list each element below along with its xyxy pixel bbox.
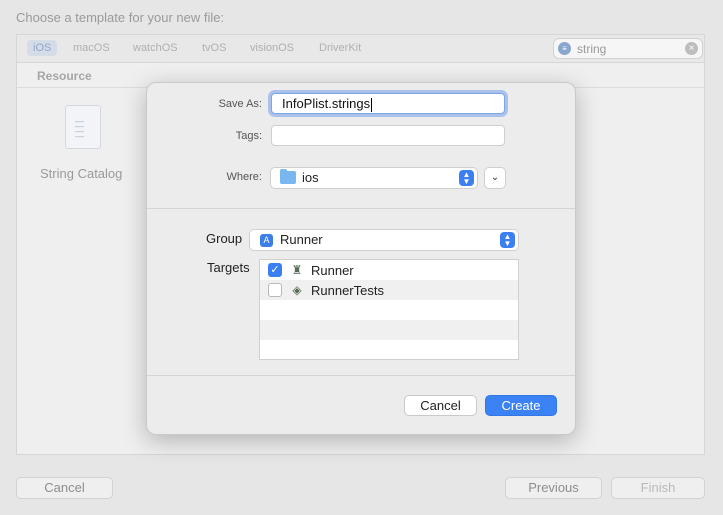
tab-tvos[interactable]: tvOS bbox=[196, 40, 232, 56]
create-button[interactable]: Create bbox=[485, 395, 557, 416]
search-value: string bbox=[577, 42, 607, 56]
save-sheet: Save As: InfoPlist.strings Tags: Where: … bbox=[146, 82, 576, 435]
runner-checkbox[interactable]: ✓ bbox=[268, 263, 282, 277]
target-row-runner[interactable]: ✓ ♜ Runner bbox=[260, 260, 518, 280]
divider-top bbox=[147, 208, 575, 209]
save-as-value: InfoPlist.strings bbox=[282, 96, 371, 111]
group-label: Group bbox=[206, 231, 243, 246]
cancel-button[interactable]: Cancel bbox=[404, 395, 477, 416]
test-target-icon: ◈ bbox=[292, 283, 302, 297]
targets-list: ✓ ♜ Runner ◈ RunnerTests bbox=[259, 259, 519, 360]
text-caret bbox=[371, 97, 373, 112]
template-chooser-title: Choose a template for your new file: bbox=[16, 10, 225, 25]
save-as-field[interactable]: InfoPlist.strings bbox=[271, 93, 505, 114]
target-name: Runner bbox=[311, 263, 354, 278]
tags-label: Tags: bbox=[235, 130, 262, 142]
tab-visionos[interactable]: visionOS bbox=[244, 40, 300, 56]
app-target-icon: ♜ bbox=[291, 263, 303, 277]
target-row-runnertests[interactable]: ◈ RunnerTests bbox=[260, 280, 518, 300]
tab-ios[interactable]: iOS bbox=[27, 40, 58, 56]
tab-macos[interactable]: macOS bbox=[67, 40, 116, 56]
chevron-down-icon: ⌄ bbox=[490, 172, 500, 183]
folder-icon bbox=[280, 169, 296, 184]
platform-tab-bar: iOS macOS watchOS tvOS visionOS DriverKi… bbox=[17, 35, 704, 63]
bg-cancel-button[interactable]: Cancel bbox=[16, 477, 113, 499]
filter-icon: ≡ bbox=[558, 42, 571, 55]
target-name: RunnerTests bbox=[311, 283, 384, 298]
tags-field[interactable] bbox=[271, 125, 505, 146]
app-icon: A bbox=[260, 234, 273, 247]
runnertests-checkbox[interactable] bbox=[268, 283, 282, 297]
chevron-updown-icon: ▲ ▼ bbox=[500, 232, 515, 248]
save-as-label: Save As: bbox=[218, 98, 262, 110]
tab-watchos[interactable]: watchOS bbox=[127, 40, 184, 56]
empty-row bbox=[260, 320, 518, 340]
targets-label: Targets bbox=[207, 260, 250, 275]
chevron-updown-icon: ▲ ▼ bbox=[459, 170, 474, 186]
template-search-field[interactable]: ≡ string × bbox=[553, 38, 703, 59]
expand-button[interactable]: ⌄ bbox=[484, 167, 506, 189]
empty-row bbox=[260, 300, 518, 320]
template-item-label[interactable]: String Catalog bbox=[40, 166, 122, 181]
finish-button[interactable]: Finish bbox=[611, 477, 705, 499]
tab-driverkit[interactable]: DriverKit bbox=[313, 40, 367, 56]
where-popup[interactable]: ios ▲ ▼ bbox=[270, 167, 478, 189]
group-value: Runner bbox=[280, 232, 323, 247]
clear-icon[interactable]: × bbox=[685, 42, 698, 55]
section-header-label: Resource bbox=[37, 69, 92, 83]
where-label: Where: bbox=[226, 171, 262, 183]
group-popup[interactable]: A Runner ▲ ▼ bbox=[249, 229, 519, 251]
string-catalog-icon[interactable]: — — — — bbox=[65, 105, 101, 149]
previous-button[interactable]: Previous bbox=[505, 477, 602, 499]
divider-bottom bbox=[147, 375, 575, 376]
where-value: ios bbox=[302, 170, 319, 185]
